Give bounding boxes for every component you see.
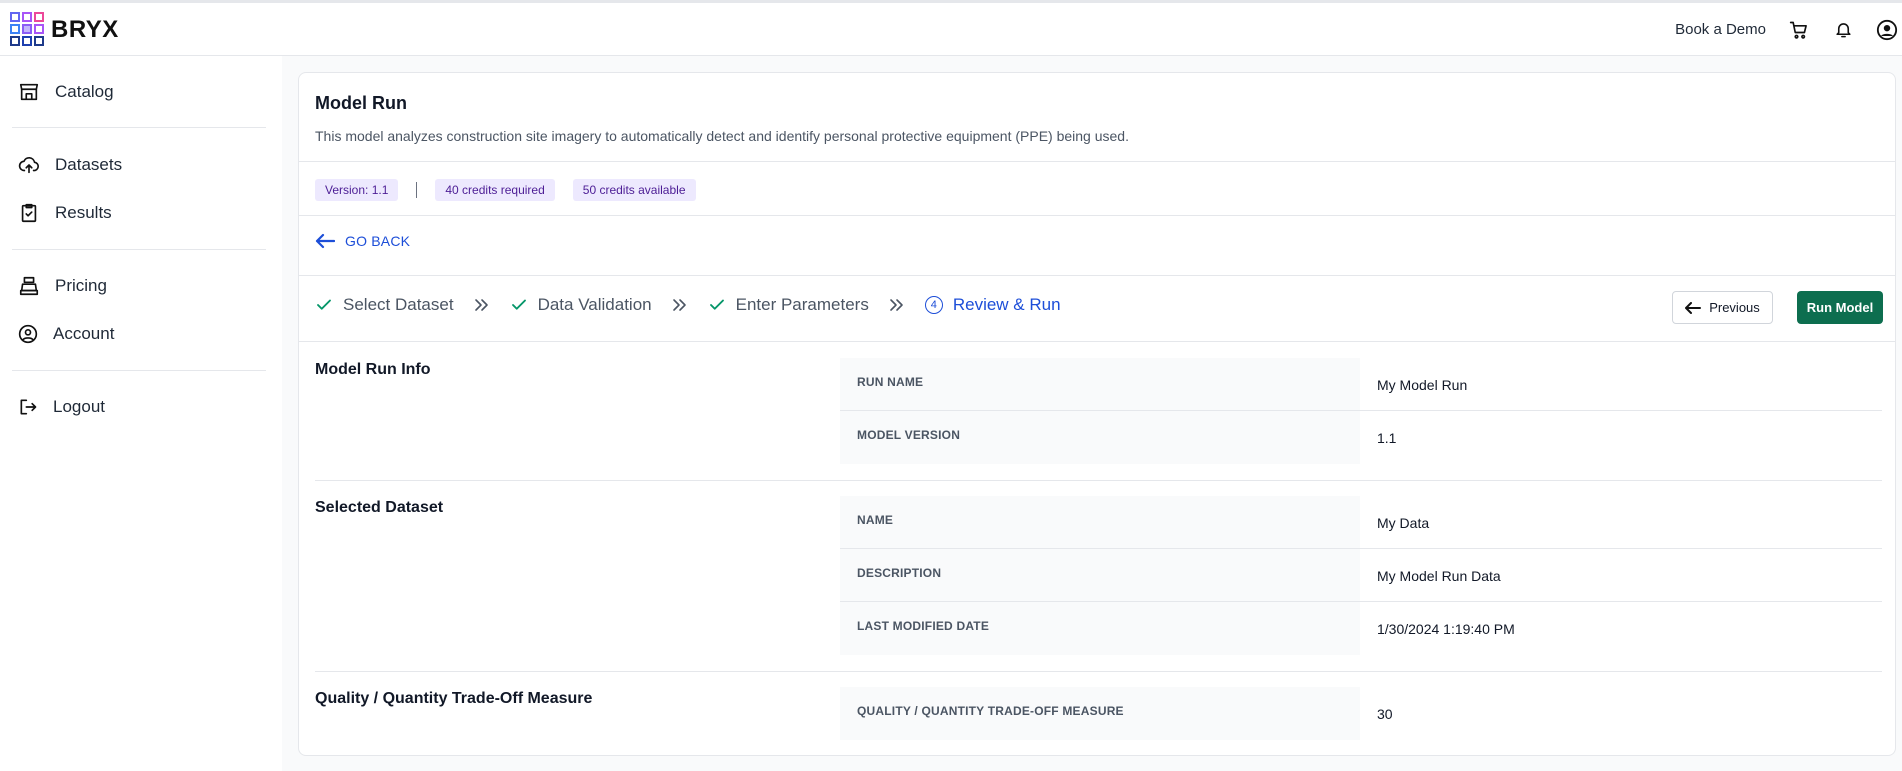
sidebar-item-pricing[interactable]: Pricing [18, 270, 107, 302]
brand-logo[interactable]: BRYX [10, 12, 119, 48]
kv-key: NAME [840, 496, 1360, 548]
kv-key: LAST MODIFIED DATE [840, 602, 1360, 655]
previous-button[interactable]: Previous [1672, 291, 1773, 324]
arrow-left-icon [315, 233, 335, 249]
model-description: This model analyzes construction site im… [315, 128, 1129, 144]
chevrons-right-icon [672, 298, 688, 312]
step-label: Select Dataset [343, 295, 454, 314]
chevrons-right-icon [889, 298, 905, 312]
step-number: 4 [924, 296, 943, 314]
cash-register-icon [19, 276, 39, 296]
kv-row-tradeoff: QUALITY / QUANTITY TRADE-OFF MEASURE 30 [840, 687, 1882, 740]
kv-row-model-version: MODEL VERSION 1.1 [840, 411, 1882, 464]
step-label: Review & Run [952, 295, 1061, 314]
cloud-upload-icon [18, 156, 39, 174]
step-review-run[interactable]: 4 Review & Run [924, 295, 1061, 315]
step-label: Data Validation [537, 295, 652, 314]
sidebar-divider [12, 370, 266, 371]
kv-row-dataset-name: NAME My Data [840, 496, 1882, 549]
page-title: Model Run [315, 93, 407, 113]
version-badge: Version: 1.1 [315, 179, 399, 201]
divider [299, 341, 1895, 342]
sidebar-item-label: Account [53, 324, 115, 343]
kv-row-run-name: RUN NAME My Model Run [840, 358, 1882, 411]
book-demo-link[interactable]: Book a Demo [1675, 21, 1766, 38]
section-title-tradeoff: Quality / Quantity Trade-Off Measure [315, 690, 593, 707]
cart-icon[interactable] [1788, 19, 1810, 41]
top-bar: BRYX Book a Demo [0, 0, 1902, 56]
kv-value: My Model Run [1377, 377, 1468, 393]
model-badges: Version: 1.1 40 credits required 50 cred… [315, 179, 696, 201]
kv-row-description: DESCRIPTION My Model Run Data [840, 549, 1882, 602]
check-icon [511, 299, 526, 310]
run-model-button[interactable]: Run Model [1797, 291, 1883, 324]
previous-label: Previous [1709, 300, 1760, 315]
user-circle-icon [18, 324, 38, 344]
logout-icon [20, 399, 37, 415]
kv-key: MODEL VERSION [840, 411, 1360, 464]
step-enter-parameters[interactable]: Enter Parameters [708, 295, 869, 315]
go-back-link[interactable]: GO BACK [315, 233, 410, 249]
section-title-run-info: Model Run Info [315, 361, 431, 378]
clipboard-check-icon [21, 203, 37, 223]
kv-row-last-modified: LAST MODIFIED DATE 1/30/2024 1:19:40 PM [840, 602, 1882, 655]
sidebar-item-label: Datasets [55, 155, 123, 174]
kv-key: RUN NAME [840, 358, 1360, 410]
divider [315, 671, 1882, 672]
sidebar-divider [12, 249, 266, 250]
check-icon [317, 299, 331, 310]
kv-value: My Data [1377, 515, 1430, 531]
arrow-left-icon [1685, 301, 1702, 314]
stepper: Select Dataset Data Validation Enter Par… [315, 295, 1061, 315]
user-icon[interactable] [1876, 19, 1898, 41]
sidebar-item-results[interactable]: Results [18, 197, 112, 229]
bryx-logo-icon [10, 12, 44, 46]
go-back-label: GO BACK [345, 233, 411, 249]
sidebar-item-datasets[interactable]: Datasets [18, 149, 122, 181]
chevrons-right-icon [474, 298, 490, 312]
credits-required-badge: 40 credits required [435, 179, 555, 201]
credits-available-badge: 50 credits available [572, 179, 696, 201]
kv-value: 1.1 [1377, 430, 1397, 446]
sidebar-item-account[interactable]: Account [18, 318, 114, 350]
sidebar-item-catalog[interactable]: Catalog [18, 76, 114, 108]
kv-value: 30 [1377, 706, 1393, 722]
sidebar-divider [12, 127, 266, 128]
bell-icon[interactable] [1832, 19, 1854, 41]
sidebar-item-label: Logout [53, 397, 105, 416]
kv-value: My Model Run Data [1377, 568, 1501, 584]
sidebar-item-label: Catalog [55, 82, 114, 101]
step-label: Enter Parameters [735, 295, 869, 314]
step-data-validation[interactable]: Data Validation [510, 295, 652, 315]
sidebar-item-label: Results [55, 203, 112, 222]
brand-name: BRYX [51, 16, 119, 43]
sidebar: Catalog Datasets Results Pricing Account… [0, 56, 282, 771]
divider [299, 161, 1895, 162]
divider [299, 215, 1895, 216]
section-title-dataset: Selected Dataset [315, 499, 444, 516]
kv-value: 1/30/2024 1:19:40 PM [1377, 621, 1515, 637]
kv-key: QUALITY / QUANTITY TRADE-OFF MEASURE [840, 687, 1360, 740]
check-icon [709, 299, 724, 310]
divider [315, 480, 1882, 481]
divider [299, 275, 1895, 276]
sidebar-item-logout[interactable]: Logout [18, 391, 105, 423]
store-icon [19, 83, 39, 101]
badge-separator [416, 182, 418, 198]
kv-key: DESCRIPTION [840, 549, 1360, 601]
step-select-dataset[interactable]: Select Dataset [315, 295, 454, 315]
sidebar-item-label: Pricing [55, 276, 107, 295]
model-run-card: Model Run This model analyzes constructi… [298, 72, 1896, 756]
